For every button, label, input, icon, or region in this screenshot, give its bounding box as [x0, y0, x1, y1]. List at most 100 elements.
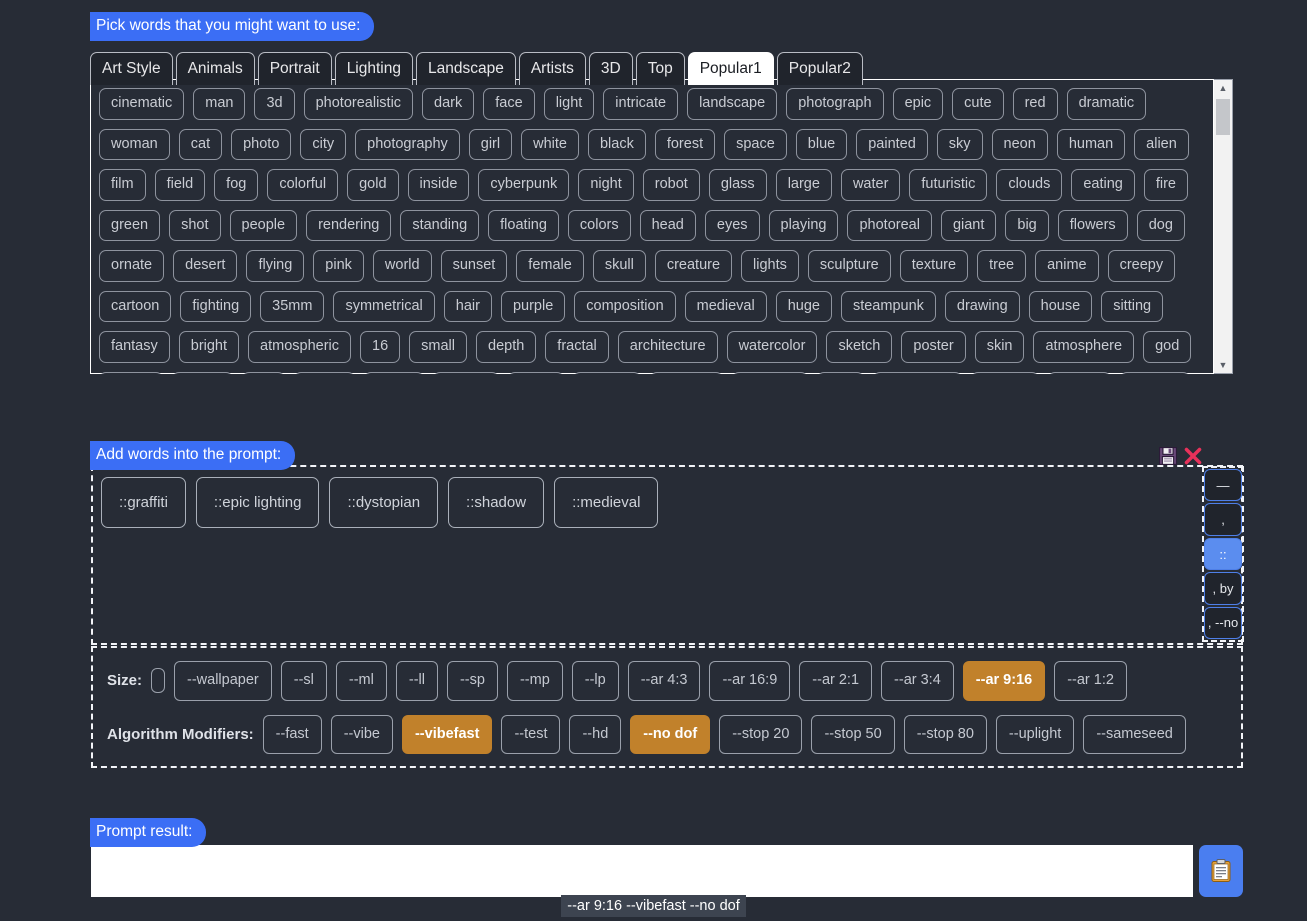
word-chip[interactable]: fire [1144, 169, 1188, 201]
word-chip[interactable]: black [588, 129, 646, 161]
word-chip[interactable]: sky [937, 129, 983, 161]
word-chip[interactable]: large [776, 169, 832, 201]
word-chip[interactable]: hair [444, 291, 492, 323]
word-chip[interactable]: floating [488, 210, 559, 242]
size-button-ar-4-3[interactable]: --ar 4:3 [628, 661, 701, 701]
size-button-ar-2-1[interactable]: --ar 2:1 [799, 661, 872, 701]
word-chip[interactable]: girl [469, 129, 512, 161]
separator-button[interactable]: , --no [1204, 607, 1242, 639]
word-chip[interactable]: light [544, 88, 595, 120]
word-chip[interactable]: steampunk [841, 291, 936, 323]
word-chip[interactable]: creepy [1108, 250, 1176, 282]
word-chip[interactable]: sculpture [808, 250, 891, 282]
word-chip[interactable]: bright [179, 331, 239, 363]
word-chip[interactable]: cat [179, 129, 222, 161]
tab-landscape[interactable]: Landscape [416, 52, 516, 85]
word-chip[interactable]: desert [173, 250, 237, 282]
word-chip[interactable]: gold [347, 169, 398, 201]
word-chip[interactable]: ocean [99, 372, 163, 375]
size-button-none[interactable] [151, 668, 165, 693]
tab-animals[interactable]: Animals [176, 52, 255, 85]
word-chip[interactable]: clouds [996, 169, 1062, 201]
word-chip[interactable]: knight [1048, 372, 1111, 375]
size-button-mp[interactable]: --mp [507, 661, 563, 701]
word-chip[interactable]: human [1057, 129, 1125, 161]
algorithm-button-test[interactable]: --test [501, 715, 560, 755]
close-icon[interactable] [1184, 447, 1202, 465]
algorithm-button-sameseed[interactable]: --sameseed [1083, 715, 1186, 755]
word-chip[interactable]: photography [355, 129, 460, 161]
algorithm-button-stop-80[interactable]: --stop 80 [904, 715, 987, 755]
word-chip[interactable]: paper [294, 372, 355, 375]
word-chip[interactable]: 3d [254, 88, 294, 120]
word-chip[interactable]: sea [817, 372, 864, 375]
word-chip[interactable]: sketch [826, 331, 892, 363]
tab-art-style[interactable]: Art Style [90, 52, 173, 85]
algorithm-button-fast[interactable]: --fast [263, 715, 322, 755]
word-chip[interactable]: photo [231, 129, 291, 161]
size-button-ll[interactable]: --ll [396, 661, 438, 701]
word-chip[interactable]: symmetrical [333, 291, 434, 323]
word-chip[interactable]: armor [172, 372, 234, 375]
word-chip[interactable]: cartoon [99, 291, 171, 323]
word-chip[interactable]: standing [400, 210, 479, 242]
size-button-ar-16-9[interactable]: --ar 16:9 [709, 661, 790, 701]
word-chip[interactable]: big [1005, 210, 1048, 242]
save-icon[interactable] [1159, 447, 1177, 465]
word-chip[interactable]: purple [501, 291, 565, 323]
word-chip[interactable]: space [724, 129, 787, 161]
word-chip[interactable]: tree [977, 250, 1026, 282]
word-chip[interactable]: blue [796, 129, 847, 161]
word-chip[interactable]: skin [975, 331, 1025, 363]
prompt-word-chip[interactable]: ::medieval [554, 477, 658, 528]
word-chip[interactable]: small [409, 331, 467, 363]
word-chip[interactable]: cute [952, 88, 1003, 120]
word-chip[interactable]: robot [643, 169, 700, 201]
word-chip[interactable]: smoke [433, 372, 500, 375]
word-chip[interactable]: flowers [1058, 210, 1128, 242]
word-chip[interactable]: white [521, 129, 579, 161]
word-chip[interactable]: texture [900, 250, 968, 282]
word-chip[interactable]: photograph [786, 88, 883, 120]
word-chip[interactable]: lights [741, 250, 799, 282]
word-chip[interactable]: night [578, 169, 633, 201]
word-chip[interactable]: cyberpunk [478, 169, 569, 201]
word-chip[interactable]: vintage [1120, 372, 1191, 375]
word-chip[interactable]: painted [856, 129, 928, 161]
word-chip[interactable]: fog [214, 169, 258, 201]
word-chip[interactable]: dramatic [1067, 88, 1147, 120]
word-chip[interactable]: neon [992, 129, 1048, 161]
size-button-ar-3-4[interactable]: --ar 3:4 [881, 661, 954, 701]
word-chip[interactable]: futuristic [909, 169, 987, 201]
word-chip[interactable]: foggy [364, 372, 423, 375]
word-chip[interactable]: green [99, 210, 160, 242]
word-chip[interactable]: alien [1134, 129, 1189, 161]
algorithm-button-vibe[interactable]: --vibe [331, 715, 393, 755]
word-chip[interactable]: shot [169, 210, 220, 242]
word-panel-scrollbar[interactable]: ▲ ▼ [1214, 79, 1233, 374]
word-chip[interactable]: eating [1071, 169, 1135, 201]
word-chip[interactable]: creature [655, 250, 732, 282]
separator-button[interactable]: , [1204, 503, 1242, 535]
size-button-sl[interactable]: --sl [281, 661, 327, 701]
prompt-word-chip[interactable]: ::shadow [448, 477, 544, 528]
word-chip[interactable]: flying [246, 250, 304, 282]
word-chip[interactable]: glowing [650, 372, 723, 375]
word-chip[interactable]: woman [99, 129, 170, 161]
word-chip[interactable]: composition [574, 291, 675, 323]
word-chip[interactable]: 16 [360, 331, 400, 363]
word-chip[interactable]: colorful [267, 169, 338, 201]
algorithm-button-vibefast[interactable]: --vibefast [402, 715, 492, 755]
scrollbar-thumb[interactable] [1216, 99, 1230, 135]
algorithm-button-uplight[interactable]: --uplight [996, 715, 1074, 755]
size-button-sp[interactable]: --sp [447, 661, 498, 701]
tab-portrait[interactable]: Portrait [258, 52, 332, 85]
algorithm-button-hd[interactable]: --hd [569, 715, 621, 755]
word-chip[interactable]: poster [901, 331, 965, 363]
separator-button[interactable]: — [1204, 469, 1242, 501]
word-chip[interactable]: skull [593, 250, 646, 282]
word-chip[interactable]: playing [769, 210, 839, 242]
tab-top[interactable]: Top [636, 52, 685, 85]
prompt-word-chip[interactable]: ::epic lighting [196, 477, 320, 528]
word-chip[interactable]: water [841, 169, 900, 201]
